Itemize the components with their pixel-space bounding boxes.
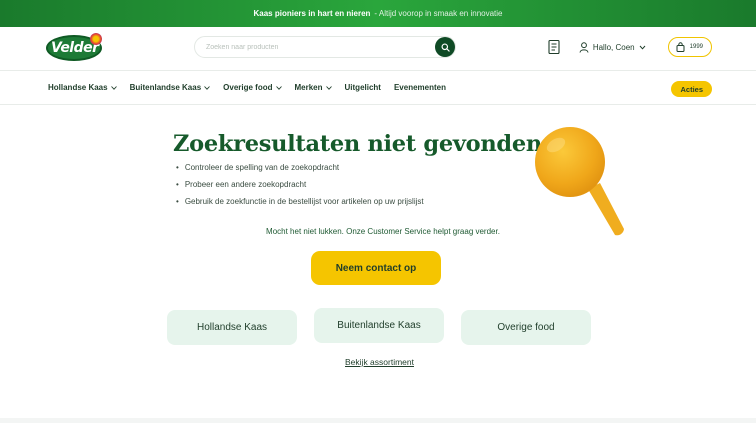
- customer-service-text: Mocht het niet lukken. Onze Customer Ser…: [266, 227, 500, 236]
- chevron-down-icon: [110, 85, 117, 90]
- user-menu[interactable]: Hallo, Coen: [579, 41, 646, 53]
- main-navigation: Hollandse Kaas Buitenlandse Kaas Overige…: [0, 70, 756, 105]
- nav-label: Merken: [294, 83, 323, 92]
- category-button-buitenlandse-kaas[interactable]: Buitenlandse Kaas: [314, 308, 444, 343]
- announcement-bar: Kaas pioniers in hart en nieren - Altijd…: [0, 0, 756, 27]
- nav-label: Buitenlandse Kaas: [129, 83, 202, 92]
- search-bar: [194, 36, 456, 58]
- announcement-rest: - Altijd voorop in smaak en innovatie: [374, 9, 503, 18]
- logo-flower-icon: [90, 32, 102, 45]
- nav-item-overige-food[interactable]: Overige food: [223, 83, 282, 92]
- list-item: Probeer een andere zoekopdracht: [176, 180, 424, 189]
- nav-item-evenementen[interactable]: Evenementen: [394, 83, 446, 92]
- cart-total: 1999: [689, 44, 703, 50]
- search-icon: [440, 42, 450, 52]
- main-content: Zoekresultaten niet gevonden Controleer …: [0, 105, 756, 423]
- list-item: Gebruik de zoekfunctie in de bestellijst…: [176, 197, 424, 206]
- velder-logo[interactable]: Velder: [46, 32, 104, 65]
- header-actions: Hallo, Coen 1999: [547, 36, 712, 58]
- chevron-down-icon: [325, 85, 332, 90]
- shopping-bag-icon: [676, 42, 685, 52]
- nav-label: Evenementen: [393, 83, 446, 92]
- site-header: Velder Hallo, Coen: [0, 27, 756, 70]
- nav-label: Hollandse Kaas: [48, 83, 108, 92]
- chevron-down-icon: [204, 85, 210, 90]
- nav-label: Uitgelicht: [344, 83, 381, 92]
- search-input[interactable]: [206, 43, 426, 51]
- chevron-down-icon: [275, 85, 282, 90]
- nav-item-merken[interactable]: Merken: [295, 83, 332, 92]
- shopping-list-icon[interactable]: [547, 39, 561, 55]
- category-button-overige-food[interactable]: Overige food: [461, 310, 591, 345]
- cart-button[interactable]: 1999: [667, 37, 712, 57]
- search-button[interactable]: [435, 37, 455, 57]
- magnifier-illustration: [535, 127, 624, 236]
- user-greeting: Hallo, Coen: [592, 42, 635, 52]
- announcement-strong: Kaas pioniers in hart en nieren: [253, 9, 371, 18]
- acties-button[interactable]: Acties: [671, 81, 712, 97]
- nav-item-buitenlandse-kaas[interactable]: Buitenlandse Kaas: [130, 83, 211, 92]
- nav-item-uitgelicht[interactable]: Uitgelicht: [345, 83, 381, 92]
- nav-item-hollandse-kaas[interactable]: Hollandse Kaas: [48, 83, 117, 92]
- chevron-down-icon: [639, 45, 646, 50]
- nav-label: Overige food: [223, 83, 273, 92]
- search-tips-list: Controleer de spelling van de zoekopdrac…: [176, 163, 424, 214]
- footer-divider: [0, 418, 756, 423]
- contact-button[interactable]: Neem contact op: [311, 251, 441, 285]
- view-assortment-link[interactable]: Bekijk assortiment: [0, 357, 756, 367]
- list-item: Controleer de spelling van de zoekopdrac…: [176, 163, 424, 172]
- page-title: Zoekresultaten niet gevonden: [173, 131, 542, 157]
- category-button-hollandse-kaas[interactable]: Hollandse Kaas: [167, 310, 297, 345]
- user-icon: [579, 41, 589, 53]
